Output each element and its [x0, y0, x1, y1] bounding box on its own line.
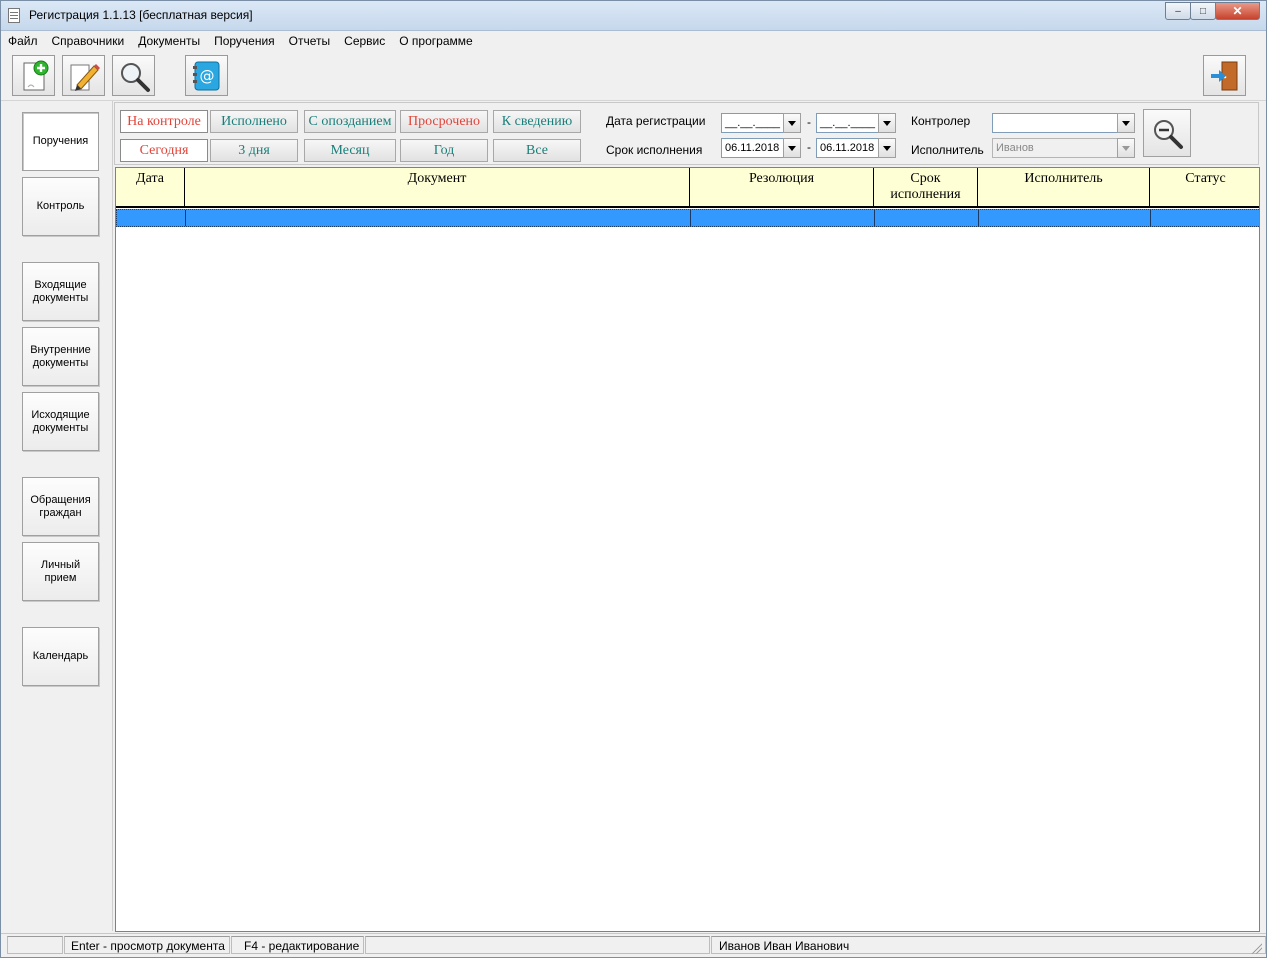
menu-about[interactable]: О программе	[399, 34, 472, 48]
status-bar: Enter - просмотр документа F4 - редактир…	[1, 933, 1266, 957]
column-header-executor[interactable]: Исполнитель	[978, 168, 1150, 206]
executor-select[interactable]: Иванов	[992, 138, 1135, 158]
window-title: Регистрация 1.1.13 [бесплатная версия]	[29, 8, 253, 22]
status-panel-empty-2	[365, 936, 710, 954]
address-book-icon: @	[192, 61, 219, 90]
controller-label: Контролер	[911, 114, 971, 128]
registration-date-label: Дата регистрации	[606, 114, 706, 128]
left-navigation: Поручения Контроль Входящие документы Вн…	[1, 101, 113, 931]
chevron-down-icon	[1117, 138, 1135, 158]
table-header: Дата Документ Резолюция Срок исполнения …	[116, 168, 1259, 208]
status-hint-view: Enter - просмотр документа	[64, 936, 230, 954]
edit-pencil-icon	[70, 63, 100, 91]
table-row-selected[interactable]	[116, 209, 1259, 227]
menu-documents[interactable]: Документы	[138, 34, 200, 48]
chevron-down-icon[interactable]	[783, 113, 801, 133]
menu-service[interactable]: Сервис	[344, 34, 385, 48]
filter-for-information[interactable]: К сведению	[493, 110, 581, 133]
executor-label: Исполнитель	[911, 143, 984, 157]
table-cell	[691, 210, 875, 226]
resize-grip-icon[interactable]	[1250, 942, 1262, 954]
address-book-button[interactable]: @	[185, 55, 228, 96]
minimize-button[interactable]: –	[1165, 2, 1191, 20]
nav-incoming-documents[interactable]: Входящие документы	[22, 262, 99, 321]
edit-document-button[interactable]	[62, 55, 105, 96]
table-cell	[186, 210, 691, 226]
nav-calendar[interactable]: Календарь	[22, 627, 99, 686]
app-window: Регистрация 1.1.13 [бесплатная версия] –…	[0, 0, 1267, 958]
exit-door-icon	[1210, 61, 1237, 90]
search-button[interactable]	[112, 55, 155, 96]
filter-completed[interactable]: Исполнено	[210, 110, 298, 133]
registration-date-to[interactable]: __.__.____	[816, 113, 896, 133]
period-month[interactable]: Месяц	[304, 139, 396, 162]
deadline-from[interactable]: 06.11.2018	[721, 138, 801, 158]
table-cell	[117, 210, 186, 226]
status-current-user: Иванов Иван Иванович	[711, 936, 1266, 954]
app-document-icon	[8, 8, 20, 23]
deadline-to[interactable]: 06.11.2018	[816, 138, 896, 158]
filter-overdue[interactable]: Просрочено	[400, 110, 488, 133]
zoom-out-magnifier-icon	[1154, 120, 1183, 149]
menu-references[interactable]: Справочники	[52, 34, 125, 48]
apply-filter-button[interactable]	[1143, 109, 1191, 157]
chevron-down-icon[interactable]	[878, 138, 896, 158]
window-controls: – □ ✕	[1165, 2, 1260, 20]
exit-button[interactable]	[1203, 55, 1246, 96]
nav-internal-documents[interactable]: Внутренние документы	[22, 327, 99, 386]
menu-assignments[interactable]: Поручения	[214, 34, 275, 48]
deadline-label: Срок исполнения	[606, 143, 703, 157]
chevron-down-icon[interactable]	[783, 138, 801, 158]
registration-date-from[interactable]: __.__.____	[721, 113, 801, 133]
column-header-document[interactable]: Документ	[185, 168, 690, 206]
toolbar: @	[1, 51, 1266, 101]
svg-text:@: @	[199, 67, 214, 85]
period-all[interactable]: Все	[493, 139, 581, 162]
nav-personal-reception[interactable]: Личный прием	[22, 542, 99, 601]
nav-assignments[interactable]: Поручения	[22, 112, 99, 171]
period-today[interactable]: Сегодня	[120, 139, 208, 162]
menu-bar: Файл Справочники Документы Поручения Отч…	[1, 31, 1266, 51]
filter-on-control[interactable]: На контроле	[120, 110, 208, 133]
column-header-deadline[interactable]: Срок исполнения	[874, 168, 978, 206]
period-3-days[interactable]: 3 дня	[210, 139, 298, 162]
chevron-down-icon[interactable]	[1117, 113, 1135, 133]
controller-select[interactable]	[992, 113, 1135, 133]
table-cell	[979, 210, 1151, 226]
period-year[interactable]: Год	[400, 139, 488, 162]
status-panel-empty	[7, 936, 63, 954]
status-hint-edit: F4 - редактирование	[231, 936, 364, 954]
column-header-resolution[interactable]: Резолюция	[690, 168, 874, 206]
close-button[interactable]: ✕	[1215, 2, 1260, 20]
new-document-icon	[23, 60, 48, 90]
title-bar: Регистрация 1.1.13 [бесплатная версия] –…	[1, 1, 1266, 31]
filter-panel: На контроле Исполнено С опозданием Проср…	[114, 102, 1259, 165]
new-document-button[interactable]	[12, 55, 55, 96]
nav-control[interactable]: Контроль	[22, 177, 99, 236]
nav-outgoing-documents[interactable]: Исходящие документы	[22, 392, 99, 451]
menu-file[interactable]: Файл	[8, 34, 38, 48]
chevron-down-icon[interactable]	[878, 113, 896, 133]
nav-citizen-appeals[interactable]: Обращения граждан	[22, 477, 99, 536]
menu-reports[interactable]: Отчеты	[289, 34, 330, 48]
filter-late[interactable]: С опозданием	[304, 110, 396, 133]
column-header-status[interactable]: Статус	[1150, 168, 1259, 206]
assignments-table[interactable]: Дата Документ Резолюция Срок исполнения …	[115, 167, 1260, 932]
column-header-date[interactable]: Дата	[116, 168, 185, 206]
maximize-button[interactable]: □	[1190, 2, 1216, 20]
table-cell	[875, 210, 979, 226]
search-magnifier-icon	[120, 62, 150, 92]
